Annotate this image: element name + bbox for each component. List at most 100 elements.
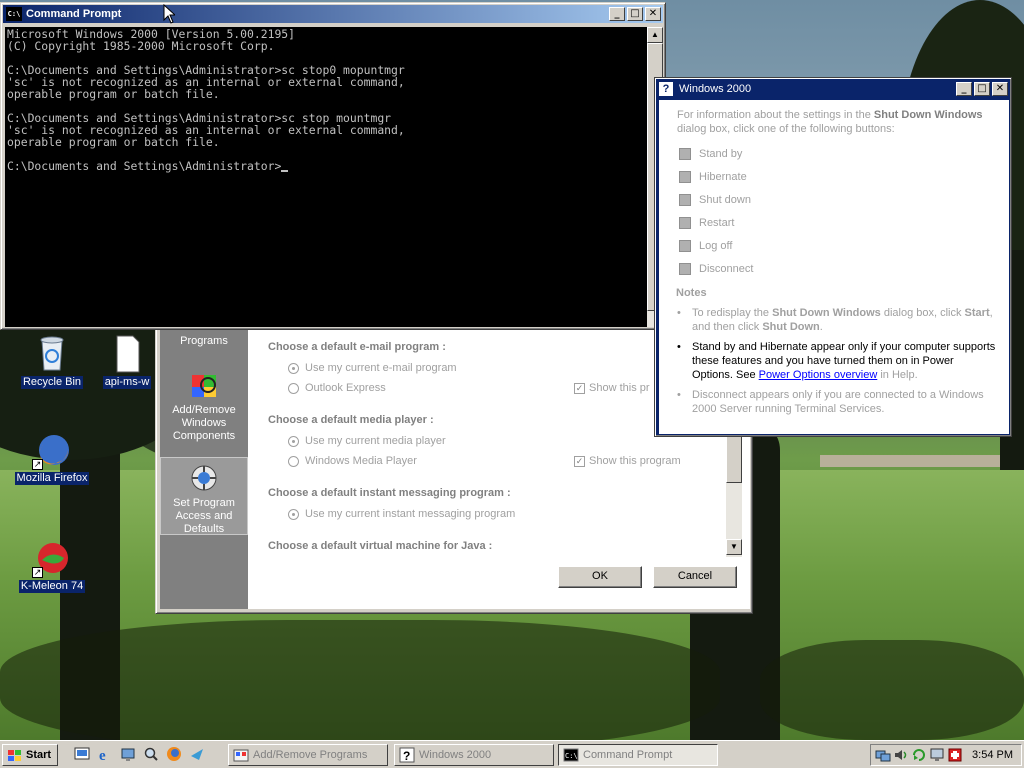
help-button-stand-by[interactable]: Stand by xyxy=(679,148,742,160)
radio-current-im[interactable]: Use my current instant messaging program xyxy=(288,508,515,520)
checkbox-show-media[interactable]: ✓ Show this program xyxy=(574,455,681,467)
square-button-icon[interactable] xyxy=(679,263,691,275)
radio-button[interactable] xyxy=(288,455,299,467)
desktop-icon-firefox[interactable]: ↗ Mozilla Firefox xyxy=(12,430,92,485)
square-button-icon[interactable] xyxy=(679,240,691,252)
taskbar-task-windows-2000[interactable]: ? Windows 2000 xyxy=(394,744,554,766)
square-button-icon[interactable] xyxy=(679,194,691,206)
clock[interactable]: 3:54 PM xyxy=(972,749,1013,761)
task-label: Command Prompt xyxy=(583,749,673,761)
minimize-button[interactable]: _ xyxy=(609,7,625,21)
radio-windows-media-player[interactable]: Windows Media Player xyxy=(288,455,417,467)
help-button-log-off[interactable]: Log off xyxy=(679,240,732,252)
help-button-shut-down[interactable]: Shut down xyxy=(679,194,751,206)
text: dialog box, click one of the following b… xyxy=(677,123,895,135)
task-label: Windows 2000 xyxy=(419,749,492,761)
help-button-label: Log off xyxy=(699,240,733,252)
tray-sound-icon[interactable] xyxy=(893,747,909,763)
network-icon[interactable] xyxy=(120,746,136,762)
text-bold: Start xyxy=(964,307,990,319)
desktop-path xyxy=(820,455,1024,467)
tray-network-icon[interactable] xyxy=(875,747,891,763)
sidebar-item-programs[interactable]: Programs xyxy=(160,335,248,348)
close-button[interactable]: ✕ xyxy=(645,7,661,21)
help-button-disconnect[interactable]: Disconnect xyxy=(679,263,753,275)
text-bold: Shut Down Windows xyxy=(873,109,983,121)
console-line: (C) Copyright 1985-2000 Microsoft Corp. xyxy=(7,39,275,53)
command-prompt-window[interactable]: C:\ Command Prompt _ □ ✕ Microsoft Windo… xyxy=(0,2,666,330)
help-button-restart[interactable]: Restart xyxy=(679,217,734,229)
taskbar: Start e Add/Remove Programs ? Windows 20… xyxy=(0,740,1024,768)
desktop-icon-label: api-ms-w xyxy=(102,376,152,389)
sidebar-item-set-program-access[interactable]: Set Program Access and Defaults xyxy=(160,457,248,535)
shortcut-arrow-icon: ↗ xyxy=(32,567,43,578)
close-button[interactable]: ✕ xyxy=(992,81,1008,96)
tray-monitor-icon[interactable] xyxy=(929,747,945,763)
checkbox-show-email[interactable]: ✓ Show this pr xyxy=(574,382,650,394)
sidebar-item-label: Set Program Access and Defaults xyxy=(173,497,235,535)
radio-current-media[interactable]: Use my current media player xyxy=(288,435,446,447)
radio-button[interactable] xyxy=(288,362,299,374)
arp-sidebar: Programs Add/Remove Windows Components S… xyxy=(160,305,248,609)
radio-label: Outlook Express xyxy=(305,382,386,394)
file-icon xyxy=(107,334,147,374)
firefox-icon[interactable] xyxy=(166,746,182,762)
taskbar-task-add-remove-programs[interactable]: Add/Remove Programs xyxy=(228,744,388,766)
start-button[interactable]: Start xyxy=(2,744,58,766)
maximize-button[interactable]: □ xyxy=(627,7,643,21)
maximize-button[interactable]: □ xyxy=(974,81,990,96)
radio-button[interactable] xyxy=(288,382,299,394)
power-options-link[interactable]: Power Options overview xyxy=(759,369,878,381)
desktop-icon-recycle-bin[interactable]: Recycle Bin xyxy=(12,334,92,389)
note-item: To redisplay the Shut Down Windows dialo… xyxy=(677,306,997,334)
square-button-icon[interactable] xyxy=(679,217,691,229)
help-intro: For information about the settings in th… xyxy=(677,108,999,136)
cancel-button[interactable]: Cancel xyxy=(653,566,737,588)
sidebar-item-label: Programs xyxy=(180,335,228,347)
section-heading-email: Choose a default e-mail program : xyxy=(268,341,446,353)
minimize-button[interactable]: _ xyxy=(956,81,972,96)
desktop-icon-api-ms-w[interactable]: api-ms-w xyxy=(92,334,162,389)
checkbox[interactable]: ✓ xyxy=(574,382,585,394)
checkbox[interactable]: ✓ xyxy=(574,455,585,467)
square-button-icon[interactable] xyxy=(679,148,691,160)
tray-green-arrow-icon[interactable] xyxy=(911,747,927,763)
help-button-label: Hibernate xyxy=(699,171,747,183)
text: in Help. xyxy=(877,369,918,381)
help-icon: ? xyxy=(659,81,673,96)
cmd-titlebar[interactable]: C:\ Command Prompt _ □ ✕ xyxy=(3,5,663,23)
help-titlebar[interactable]: ? Windows 2000 _ □ ✕ xyxy=(656,79,1010,98)
radio-outlook-express[interactable]: Outlook Express xyxy=(288,382,386,394)
windows-2000-help-window[interactable]: ? Windows 2000 _ □ ✕ For information abo… xyxy=(654,77,1012,437)
help-button-label: Disconnect xyxy=(699,263,754,275)
scroll-up-button[interactable]: ▲ xyxy=(647,27,663,43)
square-button-icon[interactable] xyxy=(679,171,691,183)
tray-antivirus-icon[interactable] xyxy=(947,747,963,763)
windows-components-icon xyxy=(188,369,220,401)
radio-button[interactable] xyxy=(288,435,299,447)
help-button-hibernate[interactable]: Hibernate xyxy=(679,171,747,183)
svg-text:?: ? xyxy=(403,749,410,763)
desktop-icon-kmeleon[interactable]: ↗ K-Meleon 74 xyxy=(12,538,92,593)
text-bold: Shut Down Windows xyxy=(772,307,881,319)
messenger-icon[interactable] xyxy=(189,746,205,762)
cmd-app-icon: C:\ xyxy=(6,7,22,21)
scroll-down-button[interactable]: ▼ xyxy=(726,539,742,555)
task-label: Add/Remove Programs xyxy=(253,749,368,761)
taskbar-task-command-prompt[interactable]: C:\ Command Prompt xyxy=(558,744,718,766)
text: . xyxy=(819,321,823,333)
sidebar-item-add-remove-components[interactable]: Add/Remove Windows Components xyxy=(160,369,248,443)
radio-button[interactable] xyxy=(288,508,299,520)
show-desktop-icon[interactable] xyxy=(74,746,90,762)
firefox-icon: ↗ xyxy=(32,430,72,470)
scrollbar-thumb[interactable] xyxy=(726,435,742,483)
console-line: operable program or batch file. xyxy=(7,135,220,149)
search-icon[interactable] xyxy=(143,746,159,762)
ok-button[interactable]: OK xyxy=(558,566,642,588)
radio-current-email[interactable]: Use my current e-mail program xyxy=(288,362,457,374)
text: Disconnect appears only if you are conne… xyxy=(692,389,984,415)
console-output[interactable]: Microsoft Windows 2000 [Version 5.00.219… xyxy=(5,27,647,327)
recycle-bin-icon xyxy=(32,334,72,374)
internet-explorer-icon[interactable]: e xyxy=(97,746,113,764)
help-body: For information about the settings in th… xyxy=(659,100,1009,434)
